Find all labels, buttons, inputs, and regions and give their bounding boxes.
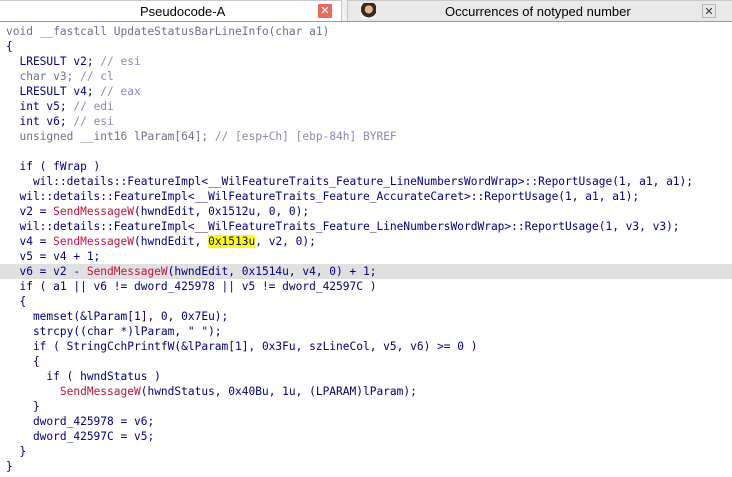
code-token[interactable]: (hwndEdit, (134, 235, 208, 248)
code-line[interactable]: dword_42597C = v5; (6, 429, 726, 444)
code-token[interactable]: memset(&lParam[1], 0, 0x7Eu); (6, 310, 228, 323)
code-token[interactable]: if ( a1 || v6 != dword_425978 || v5 != d… (6, 280, 376, 293)
code-line[interactable]: memset(&lParam[1], 0, 0x7Eu); (6, 309, 726, 324)
code-token[interactable]: unsigned __int16 lParam[64]; (6, 130, 215, 143)
code-line[interactable]: } (6, 399, 726, 414)
code-token[interactable]: { (6, 295, 26, 308)
code-line[interactable]: { (6, 39, 726, 54)
code-token[interactable]: LRESULT v2; (6, 55, 100, 68)
code-line[interactable]: } (6, 459, 726, 474)
comment-token[interactable]: // esi (100, 55, 140, 68)
code-token[interactable]: v2 = (6, 205, 53, 218)
code-line[interactable]: char v3; // cl (6, 69, 726, 84)
code-line[interactable]: if ( StringCchPrintfW(&lParam[1], 0x3Fu,… (6, 339, 726, 354)
code-token[interactable]: , v2, 0); (255, 235, 316, 248)
code-line[interactable]: v5 = v4 + 1; (6, 249, 726, 264)
code-token[interactable]: } (6, 400, 40, 413)
comment-token[interactable]: // eax (100, 85, 140, 98)
code-line[interactable]: unsigned __int16 lParam[64]; // [esp+Ch]… (6, 129, 726, 144)
code-token[interactable]: } (6, 445, 26, 458)
code-line[interactable]: if ( hwndStatus ) (6, 369, 726, 384)
code-token[interactable]: strcpy((char *)lParam, " "); (6, 325, 222, 338)
code-line[interactable]: wil::details::FeatureImpl<__WilFeatureTr… (6, 219, 726, 234)
pseudocode-view[interactable]: void __fastcall UpdateStatusBarLineInfo(… (0, 21, 732, 477)
code-line[interactable]: LRESULT v2; // esi (6, 54, 726, 69)
code-token[interactable]: { (6, 355, 40, 368)
code-line[interactable]: { (6, 294, 726, 309)
code-token[interactable]: dword_425978 = v6; (6, 415, 154, 428)
function-token[interactable]: SendMessageW (53, 235, 134, 248)
code-line[interactable]: int v6; // esi (6, 114, 726, 129)
code-line[interactable] (6, 144, 726, 159)
code-line[interactable]: SendMessageW(hwndStatus, 0x40Bu, 1u, (LP… (6, 384, 726, 399)
function-token[interactable]: SendMessageW (53, 205, 134, 218)
code-token[interactable]: char v3; (6, 70, 80, 83)
code-line[interactable]: if ( fWrap ) (6, 159, 726, 174)
code-token[interactable]: v6 = v2 - (6, 265, 87, 278)
code-token[interactable]: dword_42597C = v5; (6, 430, 154, 443)
user-avatar-icon (360, 3, 376, 19)
code-token[interactable]: int v6; (6, 115, 73, 128)
code-line[interactable]: strcpy((char *)lParam, " "); (6, 324, 726, 339)
code-token[interactable]: if ( StringCchPrintfW(&lParam[1], 0x3Fu,… (6, 340, 478, 353)
code-token[interactable]: } (6, 460, 13, 473)
code-token[interactable]: void __fastcall UpdateStatusBarLineInfo(… (6, 25, 329, 38)
code-token[interactable]: v4 = (6, 235, 53, 248)
code-token[interactable]: if ( fWrap ) (6, 160, 100, 173)
code-token[interactable]: if ( hwndStatus ) (6, 370, 161, 383)
code-token[interactable]: LRESULT v4; (6, 85, 100, 98)
code-token[interactable]: wil::details::FeatureImpl<__WilFeatureTr… (6, 220, 679, 233)
code-token[interactable]: { (6, 40, 13, 53)
code-line[interactable]: int v5; // edi (6, 99, 726, 114)
code-line[interactable]: void __fastcall UpdateStatusBarLineInfo(… (6, 24, 726, 39)
comment-token[interactable]: // esi (73, 115, 113, 128)
code-line[interactable]: } (6, 444, 726, 459)
highlighted-token[interactable]: 0x1513u (208, 235, 256, 248)
code-token[interactable]: int v5; (6, 100, 73, 113)
comment-token[interactable]: // cl (80, 70, 114, 83)
code-token[interactable] (6, 385, 60, 398)
code-token[interactable]: wil::details::FeatureImpl<__WilFeatureTr… (6, 190, 639, 203)
comment-token[interactable]: // [esp+Ch] [ebp-84h] BYREF (215, 130, 397, 143)
code-line[interactable]: dword_425978 = v6; (6, 414, 726, 429)
code-line[interactable]: { (6, 354, 726, 369)
code-token[interactable]: (hwndEdit, 0x1512u, 0, 0); (134, 205, 309, 218)
code-line[interactable]: LRESULT v4; // eax (6, 84, 726, 99)
code-line[interactable]: if ( a1 || v6 != dword_425978 || v5 != d… (6, 279, 726, 294)
code-line[interactable]: v2 = SendMessageW(hwndEdit, 0x1512u, 0, … (6, 204, 726, 219)
comment-token[interactable]: // edi (73, 100, 113, 113)
code-line[interactable]: wil::details::FeatureImpl<__WilFeatureTr… (6, 174, 726, 189)
close-icon[interactable]: ✕ (318, 4, 332, 18)
tab-pseudocode[interactable]: Pseudocode-A ✕ (0, 0, 342, 21)
code-line[interactable]: v6 = v2 - SendMessageW(hwndEdit, 0x1514u… (0, 264, 732, 279)
code-token[interactable]: wil::details::FeatureImpl<__WilFeatureTr… (6, 175, 693, 188)
function-token[interactable]: SendMessageW (60, 385, 141, 398)
close-icon[interactable]: ✕ (702, 4, 716, 18)
code-token[interactable]: (hwndStatus, 0x40Bu, 1u, (LPARAM)lParam)… (141, 385, 417, 398)
function-token[interactable]: SendMessageW (87, 265, 168, 278)
tab-occurrences-label: Occurrences of notyped number (445, 4, 631, 19)
code-line[interactable]: wil::details::FeatureImpl<__WilFeatureTr… (6, 189, 726, 204)
code-line[interactable]: v4 = SendMessageW(hwndEdit, 0x1513u, v2,… (6, 234, 726, 249)
tab-bar: Pseudocode-A ✕ Occurrences of notyped nu… (0, 0, 732, 21)
tab-occurrences[interactable]: Occurrences of notyped number ✕ (347, 0, 732, 21)
code-token[interactable]: v5 = v4 + 1; (6, 250, 100, 263)
code-token[interactable]: (hwndEdit, 0x1514u, v4, 0) + 1; (168, 265, 377, 278)
tab-pseudocode-label: Pseudocode-A (140, 4, 226, 19)
